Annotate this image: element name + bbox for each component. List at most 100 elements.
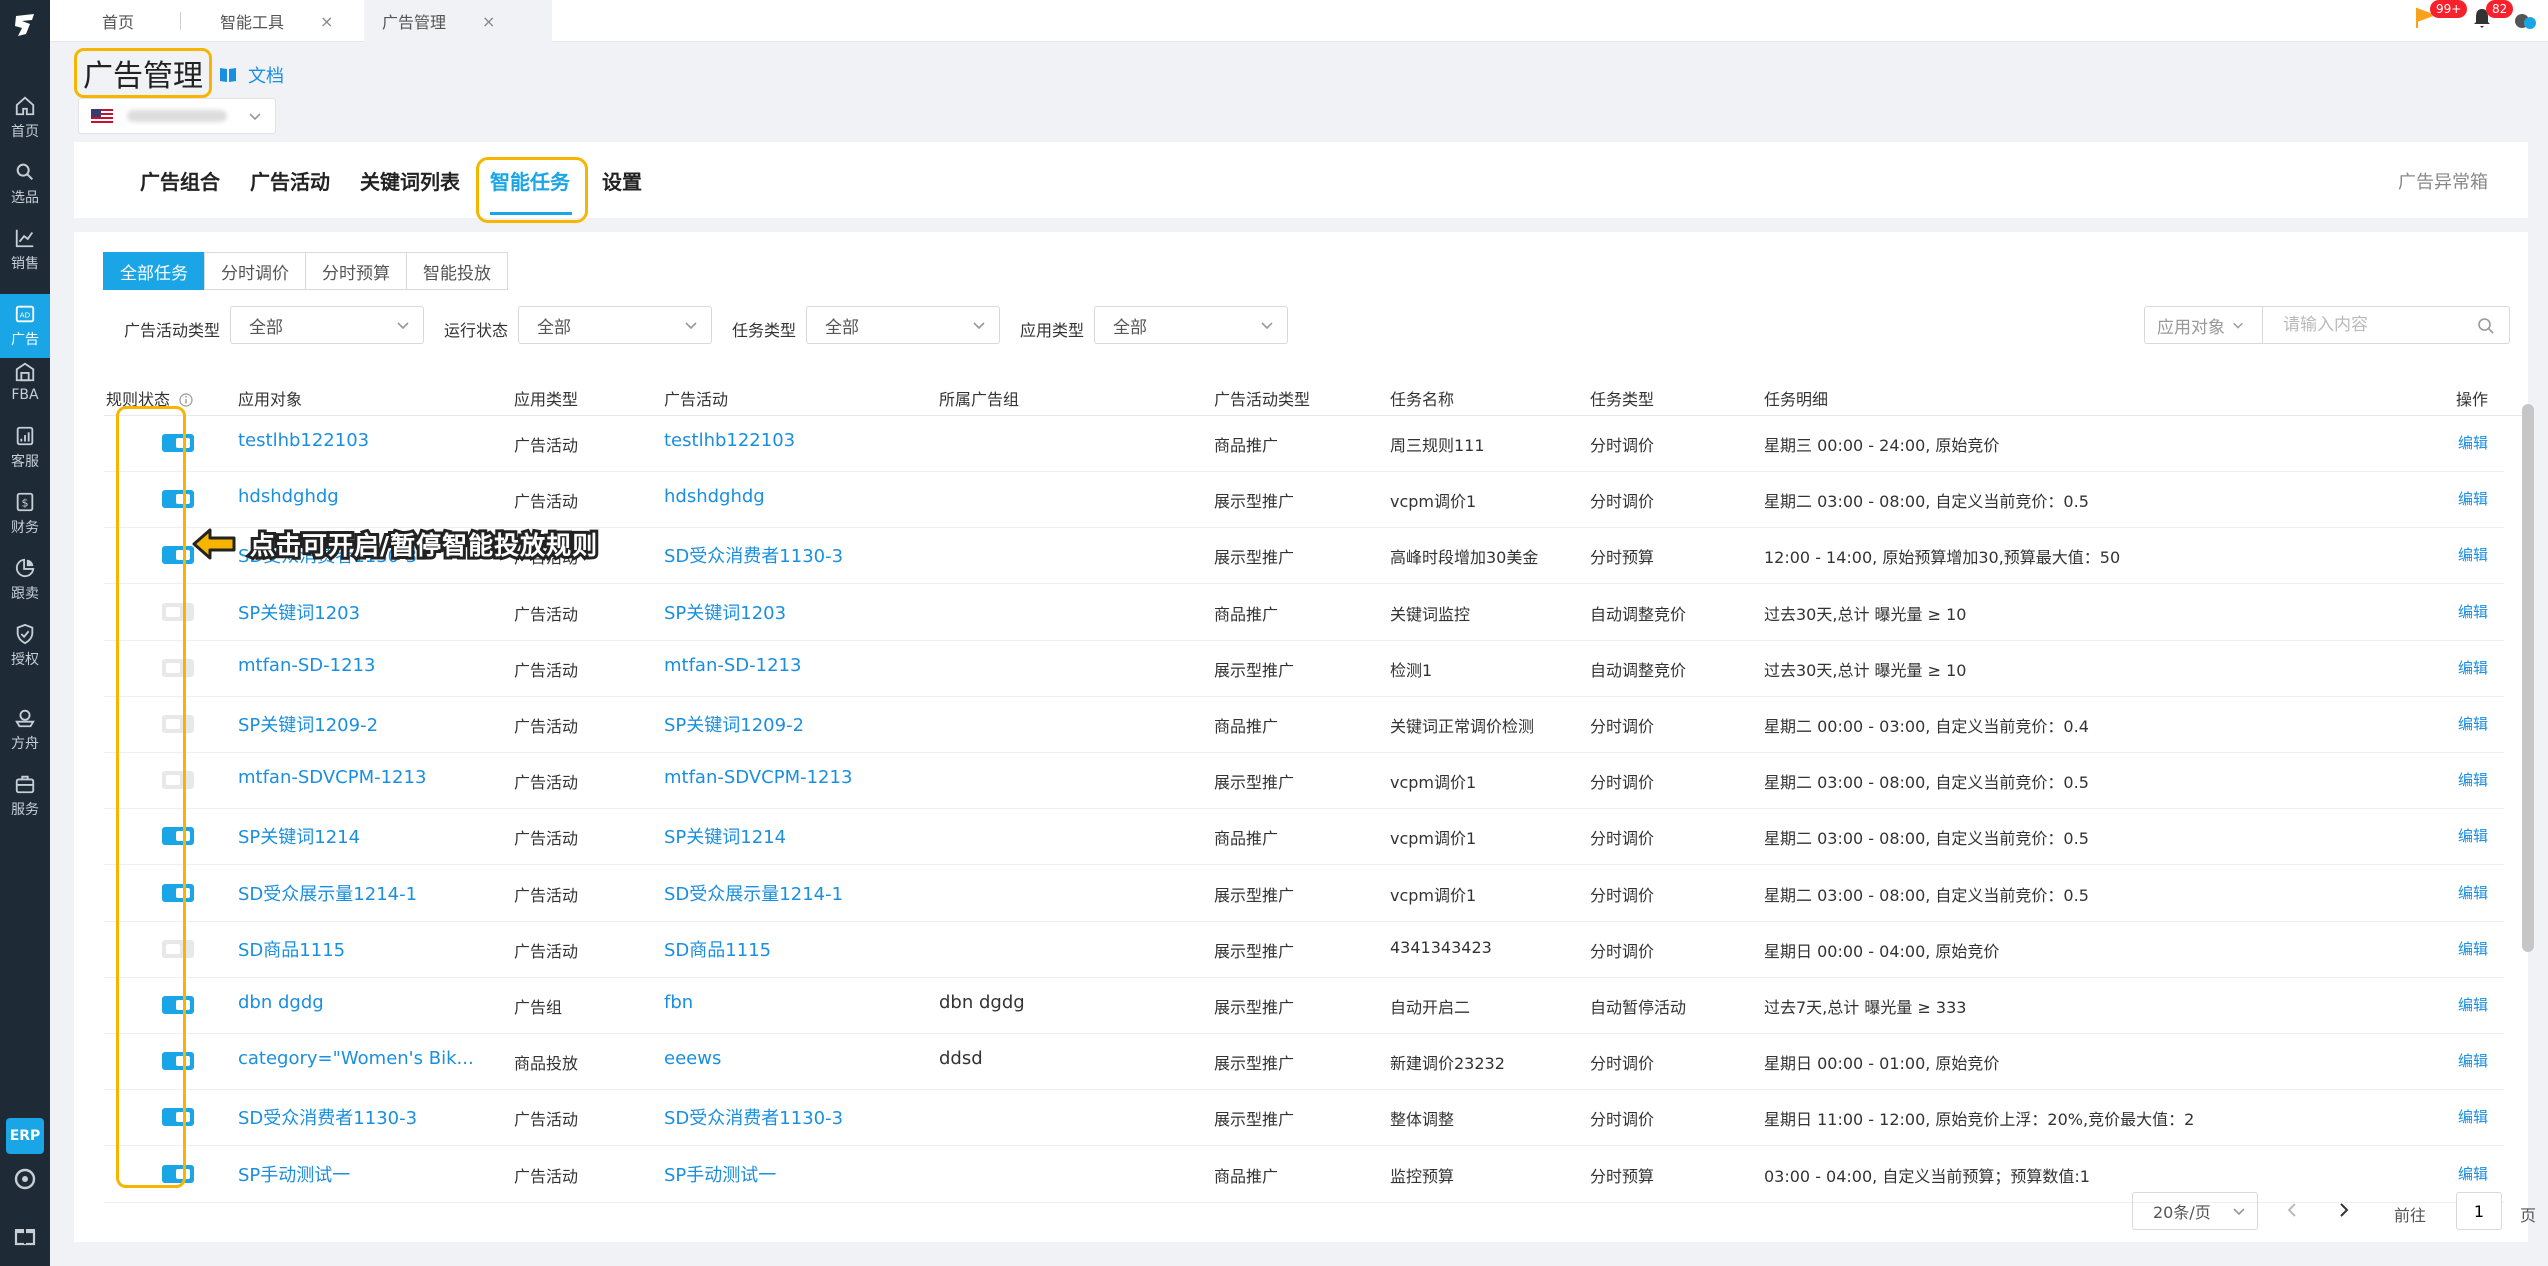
search-icon[interactable] bbox=[2477, 317, 2495, 335]
page-title-highlight: 广告管理 bbox=[74, 48, 212, 98]
edit-button[interactable]: 编辑 bbox=[2458, 432, 2488, 453]
bell-notification[interactable]: 82 bbox=[2470, 0, 2514, 30]
sidebar-item-label: 财务 bbox=[11, 520, 39, 536]
campaign-link[interactable]: hdshdghdg bbox=[664, 486, 765, 507]
sidebar-item-1[interactable]: 选品 bbox=[0, 152, 50, 216]
apply-target-link[interactable]: SP关键词1209-2 bbox=[238, 711, 378, 737]
page-tab-home[interactable]: 首页 bbox=[84, 0, 152, 42]
help-icon[interactable] bbox=[12, 1166, 38, 1192]
table-scrollbar[interactable] bbox=[2522, 404, 2534, 952]
sidebar-item-7[interactable]: 跟卖 bbox=[0, 548, 50, 612]
apply-target-link[interactable]: SD商品1115 bbox=[238, 936, 345, 962]
campaign-link[interactable]: eeews bbox=[664, 1048, 721, 1069]
sidebar-item-10[interactable]: 服务 bbox=[0, 764, 50, 828]
seg-time-budget[interactable]: 分时预算 bbox=[305, 252, 407, 290]
page-tab-ad-management[interactable]: 广告管理 × bbox=[364, 0, 552, 42]
sidebar-item-5[interactable]: 客服 bbox=[0, 416, 50, 480]
user-avatar[interactable] bbox=[2512, 10, 2538, 32]
filter-label-task-type: 任务类型 bbox=[732, 321, 797, 340]
task-detail-cell: 星期日 11:00 - 12:00, 原始竞价上浮：20%,竞价最大值：2 bbox=[1764, 1110, 2195, 1130]
sidebar-item-9[interactable]: 方舟 bbox=[0, 698, 50, 762]
search-scope-select[interactable]: 应用对象 bbox=[2144, 306, 2262, 344]
close-icon[interactable]: × bbox=[320, 12, 333, 31]
apply-target-link[interactable]: SD受众消费者1130-3 bbox=[238, 1104, 417, 1130]
apply-target-link[interactable]: SP关键词1214 bbox=[238, 823, 360, 849]
seg-time-bid[interactable]: 分时调价 bbox=[204, 252, 306, 290]
campaign-link[interactable]: SP关键词1209-2 bbox=[664, 711, 804, 737]
sidebar-item-3[interactable]: AD 广告 bbox=[0, 294, 50, 358]
flag-notification[interactable]: 99+ bbox=[2414, 0, 2468, 30]
campaign-link[interactable]: testlhb122103 bbox=[664, 430, 795, 451]
campaign-link[interactable]: SD商品1115 bbox=[664, 936, 771, 962]
task-name-cell: 周三规则111 bbox=[1390, 436, 1485, 455]
campaign-link[interactable]: SD受众展示量1214-1 bbox=[664, 880, 843, 906]
col-apply-type: 应用类型 bbox=[514, 390, 579, 409]
warehouse-icon bbox=[15, 362, 35, 382]
tab-settings[interactable]: 设置 bbox=[602, 166, 642, 195]
tab-keyword-list[interactable]: 关键词列表 bbox=[360, 166, 460, 195]
edit-button[interactable]: 编辑 bbox=[2458, 1106, 2488, 1127]
apply-target-link[interactable]: SD受众展示量1214-1 bbox=[238, 880, 417, 906]
next-page-icon[interactable] bbox=[2336, 1200, 2352, 1220]
edit-button[interactable]: 编辑 bbox=[2458, 601, 2488, 622]
close-icon[interactable]: × bbox=[482, 12, 495, 31]
campaign-link[interactable]: SP关键词1214 bbox=[664, 823, 786, 849]
campaign-type-cell: 展示型推广 bbox=[1214, 1054, 1295, 1074]
sidebar-item-6[interactable]: $ 财务 bbox=[0, 482, 50, 546]
gift-icon[interactable] bbox=[12, 1222, 38, 1248]
apply-target-link[interactable]: category="Women's Bik... bbox=[238, 1048, 474, 1069]
task-type-cell: 分时调价 bbox=[1590, 1054, 1655, 1074]
edit-button[interactable]: 编辑 bbox=[2458, 713, 2488, 734]
erp-button[interactable]: ERP bbox=[6, 1118, 44, 1154]
apply-target-link[interactable]: hdshdghdg bbox=[238, 486, 339, 507]
filter-task-type-select[interactable]: 全部 bbox=[806, 306, 1000, 344]
info-icon[interactable] bbox=[179, 393, 193, 407]
edit-button[interactable]: 编辑 bbox=[2458, 488, 2488, 509]
edit-button[interactable]: 编辑 bbox=[2458, 825, 2488, 846]
campaign-link[interactable]: fbn bbox=[664, 992, 693, 1013]
prev-page-icon[interactable] bbox=[2284, 1200, 2300, 1220]
apply-target-link[interactable]: SP手动测试一 bbox=[238, 1161, 350, 1187]
seg-all-tasks[interactable]: 全部任务 bbox=[103, 252, 205, 290]
goto-page-input[interactable] bbox=[2456, 1192, 2502, 1230]
apply-target-link[interactable]: dbn dgdg bbox=[238, 992, 324, 1013]
ad-exception-box-link[interactable]: 广告异常箱 bbox=[2398, 168, 2488, 194]
apply-target-link[interactable]: mtfan-SD-1213 bbox=[238, 655, 375, 676]
chevron-down-icon bbox=[2233, 322, 2243, 329]
app-logo-icon[interactable] bbox=[12, 12, 38, 38]
edit-button[interactable]: 编辑 bbox=[2458, 544, 2488, 565]
table-row: hdshdghdg 广告活动 hdshdghdg 展示型推广 vcpm调价1 分时调价 星期… bbox=[104, 472, 2504, 529]
sidebar-item-8[interactable]: 授权 bbox=[0, 614, 50, 678]
sidebar-item-0[interactable]: 首页 bbox=[0, 86, 50, 150]
apply-target-link[interactable]: testlhb122103 bbox=[238, 430, 369, 451]
apply-target-link[interactable]: mtfan-SDVCPM-1213 bbox=[238, 767, 426, 788]
filter-apply-type-select[interactable]: 全部 bbox=[1094, 306, 1288, 344]
filter-campaign-type-select[interactable]: 全部 bbox=[230, 306, 424, 344]
filter-run-status-select[interactable]: 全部 bbox=[518, 306, 712, 344]
page-tab-label: 智能工具 bbox=[220, 13, 285, 32]
campaign-link[interactable]: SD受众消费者1130-3 bbox=[664, 542, 843, 568]
store-select[interactable] bbox=[78, 98, 276, 134]
page-tab-smart-tools[interactable]: 智能工具 × bbox=[202, 0, 351, 42]
tab-ad-portfolio[interactable]: 广告组合 bbox=[140, 166, 220, 195]
sidebar-item-4[interactable]: FBA bbox=[0, 350, 50, 414]
page-size-select[interactable]: 20条/页 bbox=[2132, 1192, 2258, 1230]
edit-button[interactable]: 编辑 bbox=[2458, 1163, 2488, 1184]
seg-smart-delivery[interactable]: 智能投放 bbox=[406, 252, 508, 290]
edit-button[interactable]: 编辑 bbox=[2458, 769, 2488, 790]
apply-target-link[interactable]: SP关键词1203 bbox=[238, 599, 360, 625]
edit-button[interactable]: 编辑 bbox=[2458, 657, 2488, 678]
edit-button[interactable]: 编辑 bbox=[2458, 882, 2488, 903]
edit-button[interactable]: 编辑 bbox=[2458, 994, 2488, 1015]
campaign-link[interactable]: mtfan-SDVCPM-1213 bbox=[664, 767, 852, 788]
edit-button[interactable]: 编辑 bbox=[2458, 938, 2488, 959]
campaign-link[interactable]: SP关键词1203 bbox=[664, 599, 786, 625]
doc-link[interactable]: 文档 bbox=[218, 62, 284, 88]
sidebar-item-2[interactable]: 销售 bbox=[0, 218, 50, 282]
search-input[interactable] bbox=[2283, 315, 2463, 335]
campaign-link[interactable]: mtfan-SD-1213 bbox=[664, 655, 801, 676]
campaign-link[interactable]: SP手动测试一 bbox=[664, 1161, 776, 1187]
campaign-link[interactable]: SD受众消费者1130-3 bbox=[664, 1104, 843, 1130]
edit-button[interactable]: 编辑 bbox=[2458, 1050, 2488, 1071]
tab-ad-campaign[interactable]: 广告活动 bbox=[250, 166, 330, 195]
